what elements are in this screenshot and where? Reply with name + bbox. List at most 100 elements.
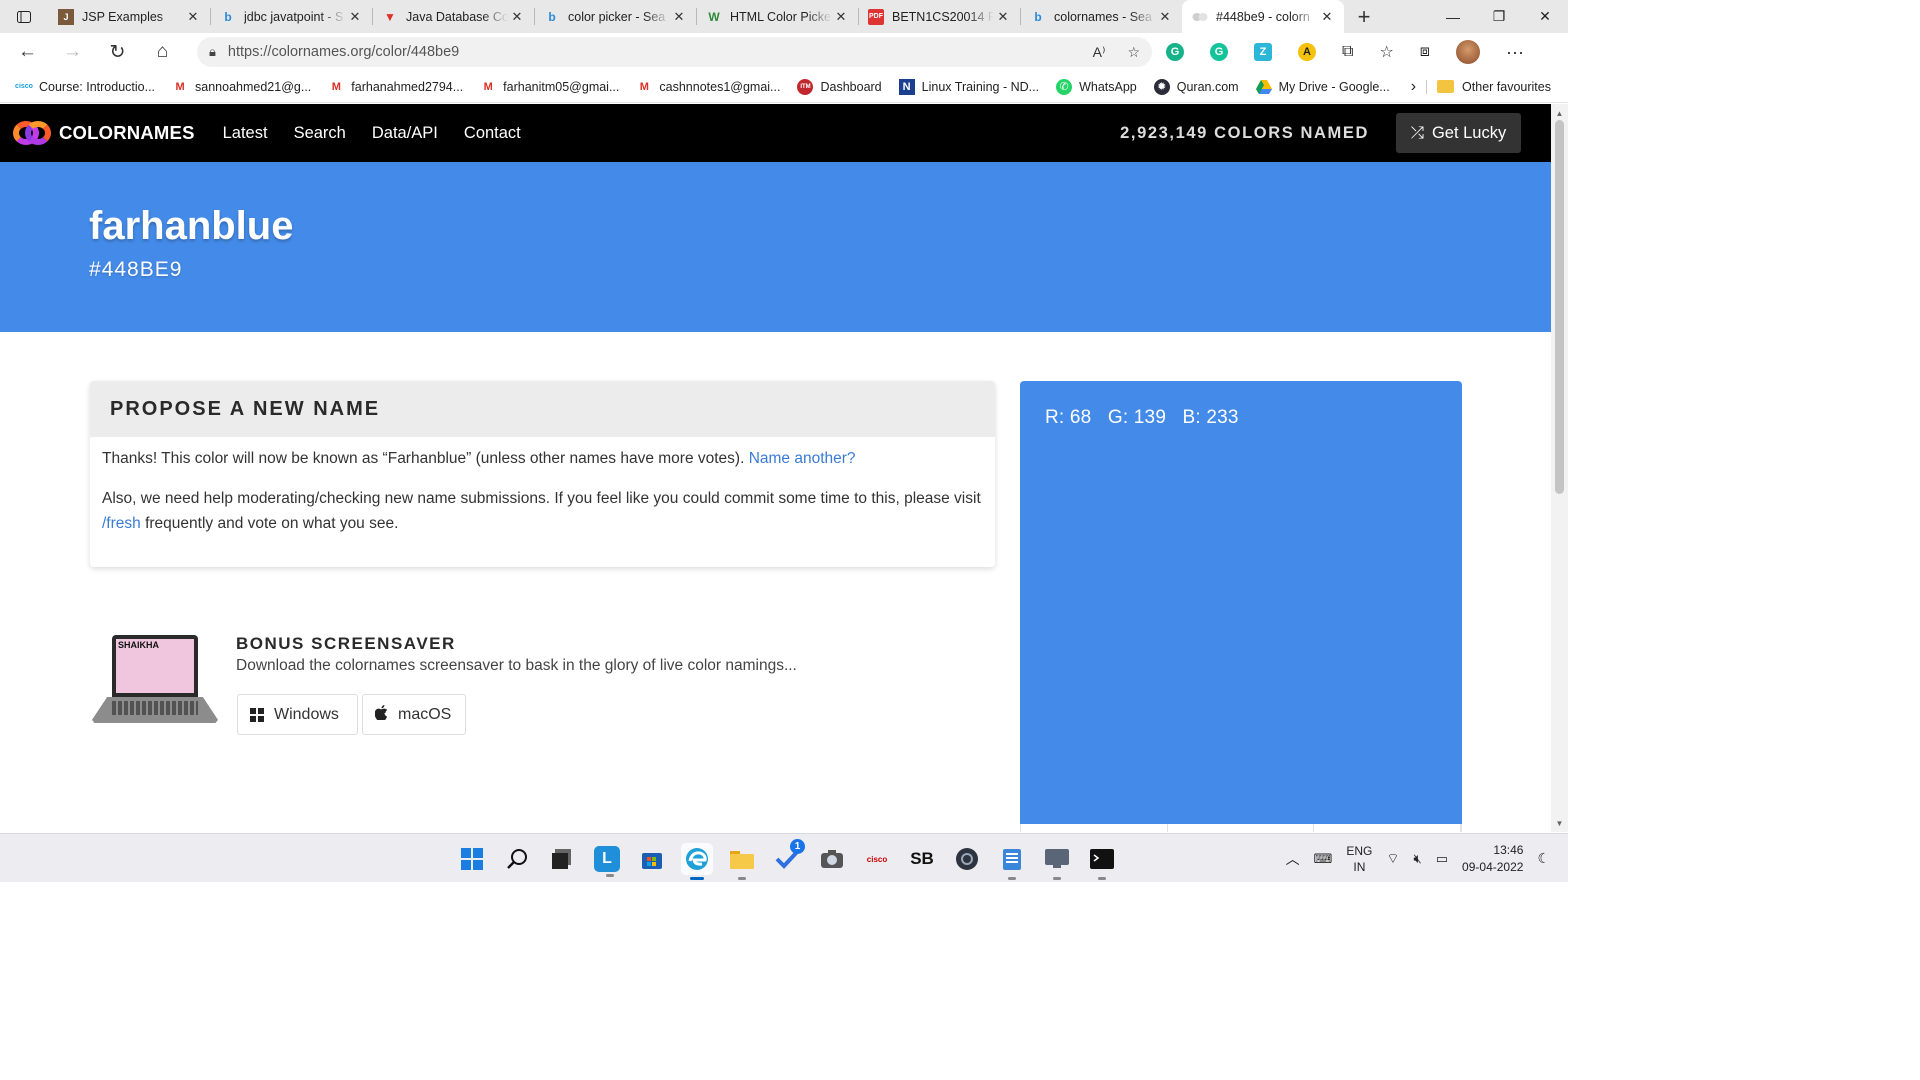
- notifications-icon[interactable]: ☾: [1537, 850, 1550, 867]
- back-icon[interactable]: ←: [5, 33, 50, 71]
- laptop-brand-text: SHAIKHA: [118, 640, 160, 650]
- show-hidden-icons-chevron-icon[interactable]: ︿: [1286, 849, 1300, 869]
- settings-gear-icon[interactable]: [951, 843, 983, 875]
- sb-icon[interactable]: SB: [906, 843, 938, 875]
- edge-icon[interactable]: [681, 843, 713, 880]
- bookmark-item[interactable]: ✆ WhatsApp: [1056, 78, 1137, 95]
- restore-icon[interactable]: ❐: [1476, 0, 1522, 33]
- battery-icon[interactable]: ▭: [1436, 851, 1448, 867]
- nav-latest[interactable]: Latest: [223, 124, 268, 143]
- nav-contact[interactable]: Contact: [464, 124, 521, 143]
- forward-icon[interactable]: →: [50, 33, 95, 71]
- browser-tab-active[interactable]: #448be9 - colorn ✕: [1182, 0, 1344, 33]
- browser-tab[interactable]: b jdbc javatpoint - S ✕: [210, 0, 372, 33]
- bookmark-item[interactable]: N Linux Training - ND...: [898, 78, 1039, 95]
- zotero-icon[interactable]: Z: [1254, 43, 1272, 61]
- todo-icon[interactable]: 1: [771, 839, 805, 875]
- grammarly-extension-icon[interactable]: G: [1210, 43, 1228, 61]
- new-tab-button[interactable]: +: [1344, 0, 1384, 33]
- scrollbar-thumb[interactable]: [1555, 120, 1564, 494]
- fresh-link[interactable]: /fresh: [102, 515, 141, 532]
- grammarly-icon[interactable]: G: [1166, 43, 1184, 61]
- download-macos-button[interactable]: macOS: [362, 694, 466, 735]
- add-favorite-icon[interactable]: ☆: [1127, 44, 1140, 61]
- url-field[interactable]: 🔒︎ https://colornames.org/color/448be9 A…: [197, 37, 1152, 67]
- notepad-icon[interactable]: [996, 843, 1028, 880]
- l-app-icon[interactable]: L: [594, 846, 620, 877]
- sql-icon[interactable]: [1041, 843, 1073, 880]
- store-icon[interactable]: [636, 843, 668, 875]
- clock[interactable]: 13:46 09-04-2022: [1462, 842, 1523, 876]
- windows-label: Windows: [274, 705, 339, 723]
- wifi-icon[interactable]: ⌔: [1386, 850, 1399, 868]
- tab-actions-button[interactable]: [0, 0, 48, 33]
- minimize-icon[interactable]: —: [1430, 0, 1476, 33]
- terminal-icon[interactable]: [1086, 843, 1118, 880]
- more-bookmarks-chevron-icon[interactable]: ›: [1411, 78, 1416, 96]
- help-text: Also, we need help moderating/checking n…: [102, 490, 981, 507]
- propose-name-card: PROPOSE A NEW NAME Thanks! This color wi…: [90, 381, 995, 567]
- help-text-end: frequently and vote on what you see.: [140, 515, 399, 532]
- extensions-icon[interactable]: ⧉: [1342, 43, 1353, 61]
- tab-close-icon[interactable]: ✕: [1318, 9, 1336, 25]
- home-icon[interactable]: ⌂: [140, 33, 185, 71]
- browser-tab[interactable]: b colornames - Sea ✕: [1020, 0, 1182, 33]
- refresh-icon[interactable]: ↻: [95, 33, 140, 71]
- collections-icon[interactable]: ⧈: [1420, 43, 1430, 61]
- browser-tab[interactable]: W HTML Color Picke ✕: [696, 0, 858, 33]
- search-icon[interactable]: [501, 843, 533, 875]
- volume-muted-icon[interactable]: 🔇︎: [1414, 851, 1422, 867]
- camera-icon[interactable]: [816, 843, 848, 875]
- keyboard-icon[interactable]: ⌨: [1314, 851, 1333, 867]
- gmail-icon: M: [331, 80, 341, 93]
- tab-close-icon[interactable]: ✕: [994, 9, 1012, 25]
- tab-close-icon[interactable]: ✕: [508, 9, 526, 25]
- swatch-footer-strip: [1020, 824, 1462, 832]
- bookmark-label: farhanahmed2794...: [351, 79, 464, 94]
- scroll-down-arrow-icon[interactable]: ▼: [1551, 816, 1568, 830]
- tab-close-icon[interactable]: ✕: [832, 9, 850, 25]
- bookmark-item[interactable]: Msannoahmed21@g...: [172, 79, 311, 95]
- bookmark-item[interactable]: ✹ Quran.com: [1153, 78, 1239, 95]
- browser-tab[interactable]: PDF BETN1CS20014 F ✕: [858, 0, 1020, 33]
- bookmark-item[interactable]: Mfarhanitm05@gmai...: [480, 79, 620, 95]
- site-logo[interactable]: COLORNAMES: [13, 119, 195, 147]
- browser-tab[interactable]: b color picker - Sea ✕: [534, 0, 696, 33]
- bookmark-item[interactable]: ITM Dashboard: [797, 78, 882, 95]
- tab-close-icon[interactable]: ✕: [346, 9, 364, 25]
- nav-search[interactable]: Search: [294, 124, 346, 143]
- bookmark-item[interactable]: Mcashnnotes1@gmai...: [636, 79, 781, 95]
- browser-tab[interactable]: ▼ Java Database Co ✕: [372, 0, 534, 33]
- favorites-icon[interactable]: ☆: [1379, 42, 1393, 62]
- cisco-icon[interactable]: cisco: [861, 843, 893, 875]
- close-window-icon[interactable]: ✕: [1522, 0, 1568, 33]
- name-another-link[interactable]: Name another?: [749, 450, 856, 467]
- color-name-title: farhanblue: [89, 204, 294, 248]
- profile-avatar[interactable]: [1455, 40, 1480, 64]
- language-indicator[interactable]: ENG IN: [1346, 843, 1372, 875]
- windows-icon: [250, 707, 264, 722]
- other-favourites-folder[interactable]: Other favourites: [1426, 79, 1551, 94]
- bookmark-item[interactable]: My Drive - Google...: [1255, 79, 1390, 95]
- windows-start-icon[interactable]: [456, 843, 488, 875]
- tab-close-icon[interactable]: ✕: [670, 9, 688, 25]
- read-aloud-icon[interactable]: A⁾: [1093, 44, 1106, 61]
- propose-heading: PROPOSE A NEW NAME: [90, 381, 995, 437]
- a-extension-icon[interactable]: A: [1298, 43, 1316, 61]
- download-windows-button[interactable]: Windows: [237, 694, 358, 735]
- logo-text: COLORNAMES: [59, 122, 195, 143]
- scroll-up-arrow-icon[interactable]: ▲: [1551, 106, 1568, 120]
- tab-close-icon[interactable]: ✕: [1156, 9, 1174, 25]
- browser-tab[interactable]: J JSP Examples ✕: [48, 0, 210, 33]
- nav-data-api[interactable]: Data/API: [372, 124, 438, 143]
- get-lucky-button[interactable]: ⤮ Get Lucky: [1396, 113, 1521, 153]
- tab-close-icon[interactable]: ✕: [184, 9, 202, 25]
- task-view-icon[interactable]: [546, 843, 578, 875]
- colors-named-count: 2,923,149 COLORS NAMED: [1120, 123, 1369, 142]
- laptop-illustration: SHAIKHA: [90, 635, 220, 727]
- bookmark-item[interactable]: cisco Course: Introductio...: [15, 79, 155, 95]
- page-scrollbar[interactable]: ▲ ▼: [1551, 104, 1568, 832]
- bookmark-item[interactable]: Mfarhanahmed2794...: [328, 79, 463, 95]
- file-explorer-icon[interactable]: [726, 843, 758, 880]
- more-menu-icon[interactable]: ···: [1506, 42, 1524, 63]
